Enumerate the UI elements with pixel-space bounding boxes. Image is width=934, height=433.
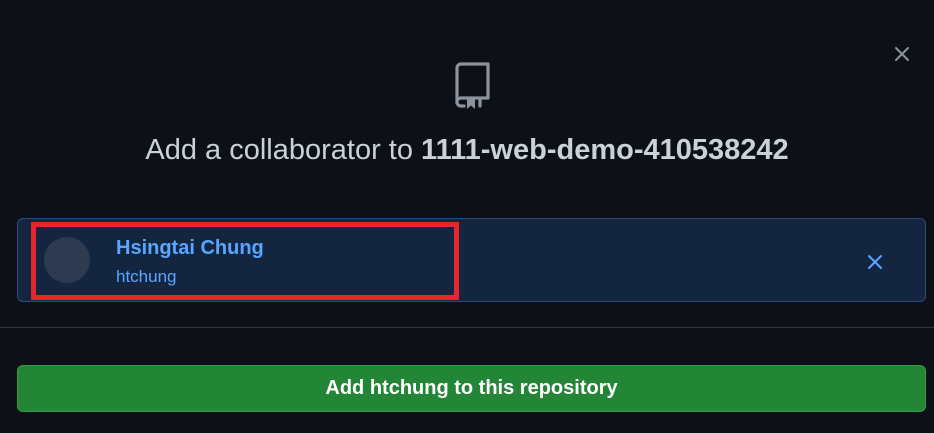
dialog-title-prefix: Add a collaborator to [145,134,413,166]
selected-collaborator [17,218,926,302]
remove-collaborator-button[interactable] [862,249,888,275]
close-icon [868,255,882,269]
divider [0,327,934,328]
dialog-title: Add a collaborator to 1111-web-demo-4105… [0,130,934,170]
repository-name: 1111-web-demo-410538242 [421,134,789,166]
avatar [44,237,90,283]
close-dialog-button[interactable] [888,40,916,68]
repo-icon [455,62,490,109]
collaborator-name: Hsingtai Chung [116,237,264,259]
add-collaborator-button[interactable]: Add htchung to this repository [17,365,926,412]
collaborator-login: htchung [116,267,177,286]
close-icon [895,47,909,61]
